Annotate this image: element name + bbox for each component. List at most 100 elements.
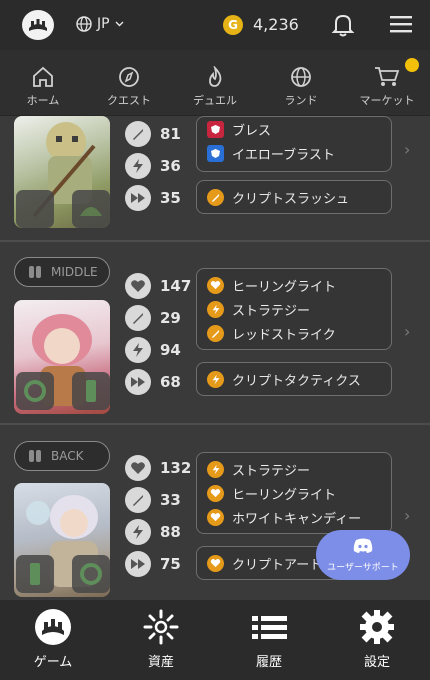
coin-balance: 4,236 xyxy=(253,15,299,34)
skill-item: ストラテジー xyxy=(207,297,381,321)
nav-label: ホーム xyxy=(26,94,60,107)
card-divider xyxy=(0,240,430,242)
stat-value: 147 xyxy=(160,277,192,295)
bottom-nav: ゲーム 資産 履歴 設定 xyxy=(0,600,430,680)
bell-icon[interactable] xyxy=(331,12,355,42)
bolt-icon xyxy=(125,337,151,363)
sword-icon xyxy=(125,121,151,147)
skill-name: イエローブラスト xyxy=(232,147,335,163)
heart-icon xyxy=(125,273,151,299)
crypt-skill[interactable]: クリプトスラッシュ xyxy=(196,180,392,214)
bottom-nav-settings[interactable]: 設定 xyxy=(332,608,422,670)
bottom-nav-history[interactable]: 履歴 xyxy=(224,608,314,670)
coin-icon: G xyxy=(223,15,243,35)
heart-icon xyxy=(125,455,151,481)
stat-value: 132 xyxy=(160,459,192,477)
stat-agility: 68 xyxy=(125,368,181,396)
globe-icon xyxy=(76,16,92,32)
hamburger-menu-icon[interactable] xyxy=(389,13,413,39)
skill-item: ホワイトキャンディー xyxy=(207,505,381,529)
nav-item-land[interactable]: ランド xyxy=(258,66,344,108)
equipment-slot[interactable] xyxy=(16,190,54,228)
main-nav: ホーム クエスト デュエル ランド マーケット xyxy=(0,50,430,116)
stat-agility: 75 xyxy=(125,550,181,578)
skill-name: ホワイトキャンディー xyxy=(232,511,362,527)
equipment-slot[interactable] xyxy=(72,190,110,228)
fast-forward-icon xyxy=(125,369,151,395)
language-code: JP xyxy=(97,16,110,32)
nav-label: ランド xyxy=(284,94,318,107)
heart-icon xyxy=(207,554,224,572)
nav-label: クエスト xyxy=(107,94,151,107)
stat-value: 35 xyxy=(160,189,181,207)
paw-icon xyxy=(35,609,71,645)
position-badge: MIDDLE xyxy=(14,257,110,287)
stat-value: 68 xyxy=(160,373,181,391)
fast-forward-icon xyxy=(125,551,151,577)
skill-list[interactable]: ストラテジー ヒーリングライト ホワイトキャンディー xyxy=(196,452,392,534)
notification-dot xyxy=(405,58,419,72)
party-icon xyxy=(29,450,41,462)
support-label: ユーザーサポート xyxy=(327,563,399,573)
cart-icon xyxy=(375,67,400,86)
bottom-nav-label: 資産 xyxy=(147,655,174,670)
bottom-nav-game[interactable]: ゲーム xyxy=(8,608,98,670)
flame-icon xyxy=(209,66,222,87)
skill-name: ヒーリングライト xyxy=(232,279,337,295)
heart-icon xyxy=(207,276,224,294)
skill-item: ストラテジー xyxy=(207,457,381,481)
red-shield-icon xyxy=(207,120,224,138)
skill-item: イエローブラスト xyxy=(207,141,381,165)
skill-list[interactable]: ヒーリングライト ストラテジー レッドストライク xyxy=(196,268,392,350)
equipment-slot[interactable] xyxy=(16,555,54,593)
chevron-right-icon[interactable]: › xyxy=(404,140,410,159)
position-label: BACK xyxy=(51,449,84,463)
language-selector[interactable]: JP xyxy=(76,16,124,32)
list-icon xyxy=(252,616,287,639)
bolt-icon xyxy=(125,153,151,179)
chevron-right-icon[interactable]: › xyxy=(404,506,410,525)
crypt-skill-name: クリプトタクティクス xyxy=(232,373,361,389)
gear-icon xyxy=(360,610,394,644)
nav-item-market[interactable]: マーケット xyxy=(344,66,430,108)
bolt-icon xyxy=(207,370,224,388)
skill-item: ヒーリングライト xyxy=(207,481,381,505)
sword-icon xyxy=(125,305,151,331)
nav-item-duel[interactable]: デュエル xyxy=(172,66,258,108)
stat-value: 94 xyxy=(160,341,181,359)
app-logo[interactable] xyxy=(22,10,54,40)
stat-value: 33 xyxy=(160,491,181,509)
stat-hp: 147 xyxy=(125,272,191,300)
sword-icon xyxy=(207,188,224,206)
equipment-slot[interactable] xyxy=(16,372,54,410)
top-bar: JP G 4,236 xyxy=(0,0,430,50)
skill-list[interactable]: ブレス イエローブラスト xyxy=(196,116,392,172)
crypt-skill-name: クリプトスラッシュ xyxy=(232,191,350,207)
equipment-slot[interactable] xyxy=(72,555,110,593)
user-support-button[interactable]: ユーザーサポート xyxy=(316,530,410,580)
stat-speed: 36 xyxy=(125,152,181,180)
sparkle-icon xyxy=(143,609,179,645)
chevron-right-icon[interactable]: › xyxy=(404,322,410,341)
stat-attack: 29 xyxy=(125,304,181,332)
nav-item-quest[interactable]: クエスト xyxy=(86,66,172,108)
skill-name: ストラテジー xyxy=(232,303,311,319)
equipment-slot[interactable] xyxy=(72,372,110,410)
crypt-skill[interactable]: クリプトタクティクス xyxy=(196,362,392,396)
nav-label: デュエル xyxy=(193,94,237,107)
skill-item: レッドストライク xyxy=(207,321,381,345)
bottom-nav-label: 履歴 xyxy=(255,655,282,670)
nav-item-home[interactable]: ホーム xyxy=(0,66,86,108)
skill-name: レッドストライク xyxy=(232,327,336,343)
stat-value: 81 xyxy=(160,125,181,143)
heart-icon xyxy=(207,508,224,526)
skill-name: ストラテジー xyxy=(232,463,311,479)
bolt-icon xyxy=(207,460,224,478)
sword-icon xyxy=(207,324,224,342)
bottom-nav-assets[interactable]: 資産 xyxy=(116,608,206,670)
fast-forward-icon xyxy=(125,185,151,211)
stat-value: 88 xyxy=(160,523,181,541)
skill-name: ヒーリングライト xyxy=(232,487,337,503)
bottom-nav-label: ゲーム xyxy=(33,655,73,670)
compass-icon xyxy=(119,67,139,87)
